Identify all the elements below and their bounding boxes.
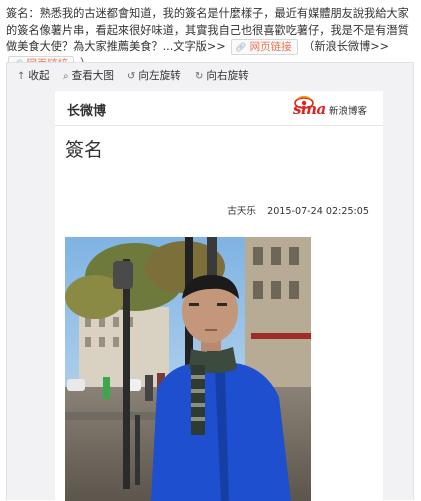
collapse-label: 收起	[28, 70, 50, 82]
image-toolbar: ↑ 收起 ⌕ 查看大图 ↺ 向左旋转 ↻ 向右旋转	[7, 63, 413, 87]
web-link-1-label: 网页链接	[249, 41, 292, 54]
rotate-right-button[interactable]: ↻ 向右旋转	[195, 68, 249, 83]
rotate-left-button[interactable]: ↺ 向左旋转	[127, 68, 181, 83]
rotate-left-icon: ↺	[127, 71, 136, 82]
view-large-label: 查看大图	[71, 70, 114, 82]
long-weibo-card[interactable]: 长微博 sina 新浪博客 簽名 古天乐 2015-07-24 02:25:05	[55, 91, 383, 501]
collapse-button[interactable]: ↑ 收起	[17, 68, 50, 83]
card-header: 长微博 sina 新浪博客	[55, 91, 383, 126]
arrow-up-icon: ↑	[17, 71, 26, 82]
article-title: 簽名	[65, 139, 104, 161]
article-meta: 古天乐 2015-07-24 02:25:05	[227, 203, 369, 217]
timestamp: 2015-07-24 02:25:05	[267, 206, 369, 217]
rotate-right-icon: ↻	[195, 71, 204, 82]
link-icon: 🔗︎	[235, 43, 247, 54]
article-photo[interactable]	[65, 237, 311, 501]
sina-wordmark: sina	[293, 100, 326, 118]
rotate-right-label: 向右旋转	[206, 70, 249, 82]
weibo-post: 簽名：熟悉我的古迷都會知道，我的簽名是什麼樣子，最近有媒體朋友說我給大家的簽名像…	[0, 0, 421, 72]
author-name: 古天乐	[227, 206, 257, 217]
sina-blog-label: 新浪博客	[329, 106, 368, 117]
rotate-left-label: 向左旋转	[138, 70, 181, 82]
sina-blog-logo: sina 新浪博客	[293, 96, 371, 118]
long-weibo-logo: 长微博	[67, 104, 107, 119]
view-large-button[interactable]: ⌕ 查看大图	[63, 68, 114, 83]
street-photo	[65, 237, 311, 501]
expanded-image-panel: ↑ 收起 ⌕ 查看大图 ↺ 向左旋转 ↻ 向右旋转 长微博 sina 新浪博客 簽名	[6, 62, 414, 501]
magnifier-icon: ⌕	[63, 71, 69, 82]
long-weibo-text: （新浪长微博>>	[303, 40, 390, 54]
web-link-1[interactable]: 🔗︎ 网页链接	[231, 39, 298, 56]
